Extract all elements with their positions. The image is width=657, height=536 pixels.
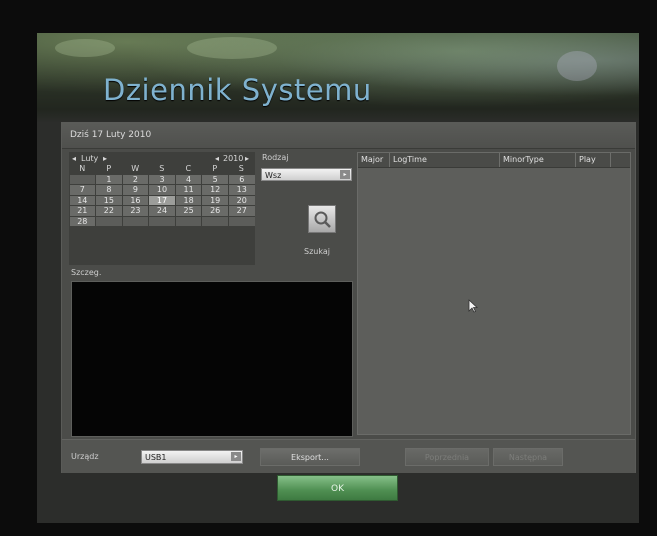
weekday-label: P: [212, 164, 218, 173]
calendar-day[interactable]: 9: [122, 185, 149, 195]
calendar-grid: 1 2 3 4 5 6 7 8 9 10 11 12 13 14 15 16 17 18 19 20 21 22 23 24 2…: [69, 174, 255, 227]
calendar-day[interactable]: 8: [96, 185, 122, 195]
column-header-logtime[interactable]: LogTime: [390, 153, 500, 167]
dropdown-arrow-icon: ▸: [340, 170, 350, 179]
calendar-day[interactable]: 25: [175, 206, 202, 216]
calendar-day[interactable]: 23: [122, 206, 149, 216]
calendar-day[interactable]: 28: [69, 216, 96, 226]
calendar-day[interactable]: 1: [96, 174, 122, 184]
magnifier-icon: [314, 211, 331, 228]
calendar-year: 2010: [223, 154, 244, 163]
device-select-value: USB1: [145, 453, 167, 462]
calendar-empty-cell: [96, 216, 122, 226]
weekday-label: S: [238, 164, 244, 173]
search-button[interactable]: [308, 205, 336, 233]
calendar-day[interactable]: 27: [228, 206, 255, 216]
calendar-week-row: 21 22 23 24 25 26 27: [69, 206, 255, 217]
calendar-day[interactable]: 18: [175, 195, 202, 205]
calendar-day[interactable]: 7: [69, 185, 96, 195]
column-header-play[interactable]: Play: [576, 153, 611, 167]
calendar: ◂ Luty ▸ ◂ 2010 ▸ NPWSCPS 1 2 3 4 5 6 7 8 9 10 11 1…: [69, 152, 255, 265]
type-label: Rodzaj: [262, 153, 289, 162]
next-year-arrow-icon[interactable]: ▸: [245, 154, 249, 163]
calendar-day[interactable]: 14: [69, 195, 96, 205]
calendar-week-row: 14 15 16 17 18 19 20: [69, 195, 255, 206]
log-panel: Dziś 17 Luty 2010 ◂ Luty ▸ ◂ 2010 ▸ NPWS…: [61, 122, 636, 473]
calendar-day[interactable]: 22: [96, 206, 122, 216]
today-date: Dziś 17 Luty 2010: [70, 130, 152, 140]
column-header-minortype[interactable]: MinorType: [500, 153, 576, 167]
detail-label: Szczeg.: [71, 268, 102, 277]
weekday-label: C: [185, 164, 192, 173]
calendar-empty-cell: [175, 216, 202, 226]
calendar-month: Luty: [81, 154, 99, 163]
calendar-day[interactable]: 26: [202, 206, 228, 216]
calendar-day[interactable]: 4: [175, 174, 202, 184]
calendar-day[interactable]: 16: [122, 195, 149, 205]
column-header-major[interactable]: Major: [358, 153, 390, 167]
calendar-week-row: 28: [69, 216, 255, 227]
weekday-label: P: [106, 164, 112, 173]
search-label: Szukaj: [304, 247, 330, 256]
calendar-day[interactable]: 17: [149, 195, 175, 205]
dropdown-arrow-icon: ▸: [231, 452, 241, 461]
calendar-day[interactable]: 20: [228, 195, 255, 205]
calendar-day[interactable]: 19: [202, 195, 228, 205]
prev-year-arrow-icon[interactable]: ◂: [215, 154, 219, 163]
calendar-day[interactable]: 5: [202, 174, 228, 184]
next-page-button[interactable]: Następna: [493, 448, 563, 466]
weekday-label: S: [159, 164, 165, 173]
type-select[interactable]: Wsz ▸: [261, 168, 352, 181]
calendar-empty-cell: [202, 216, 228, 226]
calendar-day[interactable]: 15: [96, 195, 122, 205]
dialog-window: Dziennik Systemu Dziś 17 Luty 2010 ◂ Lut…: [37, 33, 639, 523]
calendar-week-row: 7 8 9 10 11 12 13: [69, 185, 255, 196]
detail-view: [71, 281, 353, 437]
weekday-label: N: [79, 164, 86, 173]
calendar-day[interactable]: 24: [149, 206, 175, 216]
calendar-empty-cell: [69, 174, 96, 184]
page-title: Dziennik Systemu: [103, 73, 372, 107]
calendar-day[interactable]: 13: [228, 185, 255, 195]
mouse-pointer-icon: [468, 299, 478, 313]
export-button[interactable]: Eksport...: [260, 448, 360, 466]
calendar-empty-cell: [122, 216, 149, 226]
ok-button[interactable]: OK: [277, 475, 398, 501]
calendar-weekdays: NPWSCPS: [69, 164, 255, 174]
device-select[interactable]: USB1 ▸: [141, 450, 243, 464]
calendar-day[interactable]: 21: [69, 206, 96, 216]
calendar-week-row: 123456: [69, 174, 255, 185]
calendar-day[interactable]: 3: [149, 174, 175, 184]
calendar-empty-cell: [228, 216, 255, 226]
banner-foliage: [187, 37, 277, 59]
next-month-arrow-icon[interactable]: ▸: [103, 154, 107, 163]
bottom-bar: Urządz USB1 ▸ Eksport... Poprzednia Nast…: [62, 439, 635, 473]
calendar-day[interactable]: 6: [228, 174, 255, 184]
log-table-header: Major LogTime MinorType Play: [358, 153, 630, 168]
header-banner: Dziennik Systemu: [37, 33, 639, 123]
calendar-day[interactable]: 11: [175, 185, 202, 195]
device-label: Urządz: [71, 452, 99, 461]
prev-month-arrow-icon[interactable]: ◂: [72, 154, 76, 163]
weekday-label: W: [131, 164, 140, 173]
calendar-day[interactable]: 2: [122, 174, 149, 184]
banner-foliage: [557, 51, 597, 81]
calendar-day[interactable]: 10: [149, 185, 175, 195]
type-select-value: Wsz: [265, 171, 282, 180]
previous-page-button[interactable]: Poprzednia: [405, 448, 489, 466]
panel-header: Dziś 17 Luty 2010: [62, 123, 635, 149]
calendar-empty-cell: [149, 216, 175, 226]
calendar-day[interactable]: 12: [202, 185, 228, 195]
banner-foliage: [55, 39, 115, 57]
log-table[interactable]: Major LogTime MinorType Play: [357, 152, 631, 435]
